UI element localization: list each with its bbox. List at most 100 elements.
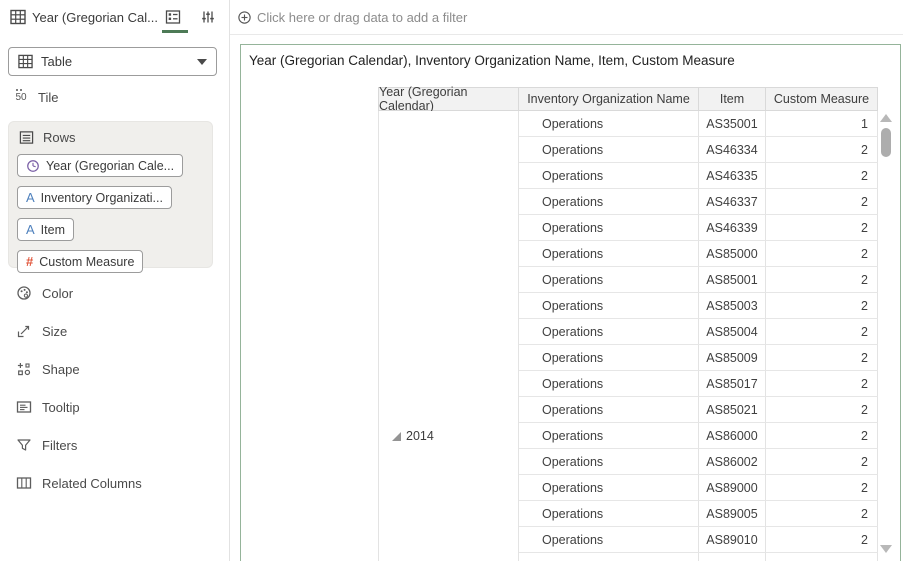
year-group-toggle[interactable]: 2014	[392, 429, 434, 443]
cell-custom-measure[interactable]: 2	[766, 423, 878, 449]
table-row[interactable]: Operations AS85000 2	[519, 241, 878, 267]
cell-custom-measure[interactable]: 2	[766, 527, 878, 553]
cell-custom-measure[interactable]: 2	[766, 371, 878, 397]
column-header-inventory-organization[interactable]: Inventory Organization Name	[519, 88, 699, 110]
cell-custom-measure[interactable]: 2	[766, 319, 878, 345]
cell-custom-measure[interactable]: 1	[766, 111, 878, 137]
sidebar-item-size[interactable]: Size	[16, 312, 221, 350]
cell-item[interactable]: AS35001	[699, 111, 766, 137]
cell-custom-measure[interactable]: 2	[766, 241, 878, 267]
cell-inventory-organization[interactable]: Operations	[519, 345, 699, 371]
cell-item[interactable]: AS85003	[699, 293, 766, 319]
sidebar-item-color[interactable]: Color	[16, 274, 221, 312]
cell-custom-measure[interactable]: 2	[766, 397, 878, 423]
cell-custom-measure[interactable]: 2	[766, 501, 878, 527]
cell-custom-measure[interactable]: 2	[766, 267, 878, 293]
cell-inventory-organization[interactable]: Operations	[519, 137, 699, 163]
scroll-down-icon[interactable]	[880, 545, 892, 553]
cell-item[interactable]: AS85000	[699, 241, 766, 267]
sidebar-item-shape[interactable]: Shape	[16, 350, 221, 388]
table-row[interactable]: Operations AS89005 2	[519, 501, 878, 527]
sidebar-item-tooltip[interactable]: Tooltip	[16, 388, 221, 426]
scrollbar-thumb[interactable]	[881, 128, 891, 157]
table-row[interactable]: Operations AS46337 2	[519, 189, 878, 215]
table-row[interactable]: Operations AS46339 2	[519, 215, 878, 241]
cell-item[interactable]: AS46335	[699, 163, 766, 189]
cell-inventory-organization[interactable]: Operations	[519, 319, 699, 345]
cell-inventory-organization[interactable]: Operations	[519, 241, 699, 267]
tile-target[interactable]: 50 Tile	[13, 87, 58, 107]
table-row[interactable]: Operations AS89010 2	[519, 527, 878, 553]
pill-item[interactable]: A Item	[17, 218, 74, 241]
cell-inventory-organization[interactable]: Operations	[519, 163, 699, 189]
cell-inventory-organization[interactable]: Operations	[519, 267, 699, 293]
column-header-year[interactable]: Year (Gregorian Calendar)	[378, 85, 519, 113]
table-row[interactable]: Operations AS85017 2	[519, 371, 878, 397]
column-header-item[interactable]: Item	[699, 88, 766, 110]
cell-inventory-organization[interactable]: Operations	[519, 527, 699, 553]
cell-item[interactable]: AS89000	[699, 475, 766, 501]
cell-inventory-organization[interactable]: Operations	[519, 215, 699, 241]
filter-prompt: Click here or drag data to add a filter	[257, 9, 468, 25]
cell-item[interactable]: AS46337	[699, 189, 766, 215]
table-row[interactable]: Operations AS86002 2	[519, 449, 878, 475]
table-row[interactable]: Operations AS85001 2	[519, 267, 878, 293]
table-grid-icon	[10, 9, 26, 25]
cell-custom-measure[interactable]	[766, 553, 878, 561]
cell-item[interactable]: AS85009	[699, 345, 766, 371]
cell-custom-measure[interactable]: 2	[766, 475, 878, 501]
cell-item[interactable]: AS86002	[699, 449, 766, 475]
cell-inventory-organization[interactable]	[519, 553, 699, 561]
cell-inventory-organization[interactable]: Operations	[519, 189, 699, 215]
cell-custom-measure[interactable]: 2	[766, 137, 878, 163]
column-header-custom-measure[interactable]: Custom Measure	[766, 88, 878, 110]
cell-inventory-organization[interactable]: Operations	[519, 397, 699, 423]
pill-inventory-organization[interactable]: A Inventory Organizati...	[17, 186, 172, 209]
filter-bar[interactable]: Click here or drag data to add a filter	[231, 0, 903, 34]
cell-item[interactable]: AS46334	[699, 137, 766, 163]
vertical-scrollbar[interactable]	[878, 111, 894, 557]
pill-custom-measure[interactable]: # Custom Measure	[17, 250, 144, 273]
viz-type-dropdown[interactable]: Table	[8, 47, 217, 76]
cell-custom-measure[interactable]: 2	[766, 163, 878, 189]
table-row[interactable]: Operations AS89000 2	[519, 475, 878, 501]
cell-custom-measure[interactable]: 2	[766, 215, 878, 241]
table-row[interactable]: Operations AS85003 2	[519, 293, 878, 319]
cell-item[interactable]: AS85021	[699, 397, 766, 423]
cell-item[interactable]: AS85004	[699, 319, 766, 345]
cell-item[interactable]: AS85017	[699, 371, 766, 397]
cell-inventory-organization[interactable]: Operations	[519, 423, 699, 449]
cell-inventory-organization[interactable]: Operations	[519, 449, 699, 475]
table-row[interactable]	[519, 553, 878, 561]
grammar-panel-icon[interactable]	[165, 9, 181, 25]
table-row[interactable]: Operations AS85021 2	[519, 397, 878, 423]
cell-item[interactable]: AS85001	[699, 267, 766, 293]
properties-sliders-icon[interactable]	[200, 9, 216, 25]
table-row[interactable]: Operations AS86000 2	[519, 423, 878, 449]
table-row[interactable]: Operations AS35001 1	[519, 111, 878, 137]
cell-item[interactable]	[699, 553, 766, 561]
viz-canvas[interactable]: Year (Gregorian Calendar), Inventory Org…	[240, 44, 901, 561]
cell-custom-measure[interactable]: 2	[766, 293, 878, 319]
sidebar-item-filters[interactable]: Filters	[16, 426, 221, 464]
table-row[interactable]: Operations AS85009 2	[519, 345, 878, 371]
cell-custom-measure[interactable]: 2	[766, 345, 878, 371]
scroll-up-icon[interactable]	[880, 114, 892, 122]
cell-custom-measure[interactable]: 2	[766, 189, 878, 215]
cell-inventory-organization[interactable]: Operations	[519, 111, 699, 137]
pill-year[interactable]: Year (Gregorian Cale...	[17, 154, 184, 177]
sidebar-item-related-columns[interactable]: Related Columns	[16, 464, 221, 502]
cell-inventory-organization[interactable]: Operations	[519, 475, 699, 501]
table-row[interactable]: Operations AS85004 2	[519, 319, 878, 345]
cell-item[interactable]: AS86000	[699, 423, 766, 449]
table-row[interactable]: Operations AS46334 2	[519, 137, 878, 163]
cell-item[interactable]: AS46339	[699, 215, 766, 241]
cell-item[interactable]: AS89010	[699, 527, 766, 553]
cell-item[interactable]: AS89005	[699, 501, 766, 527]
cell-inventory-organization[interactable]: Operations	[519, 501, 699, 527]
table-row[interactable]: Operations AS46335 2	[519, 163, 878, 189]
grammar-sidebar: Table 50 Tile Rows Year (Gregorian Cale.…	[0, 34, 230, 561]
cell-inventory-organization[interactable]: Operations	[519, 293, 699, 319]
cell-custom-measure[interactable]: 2	[766, 449, 878, 475]
cell-inventory-organization[interactable]: Operations	[519, 371, 699, 397]
